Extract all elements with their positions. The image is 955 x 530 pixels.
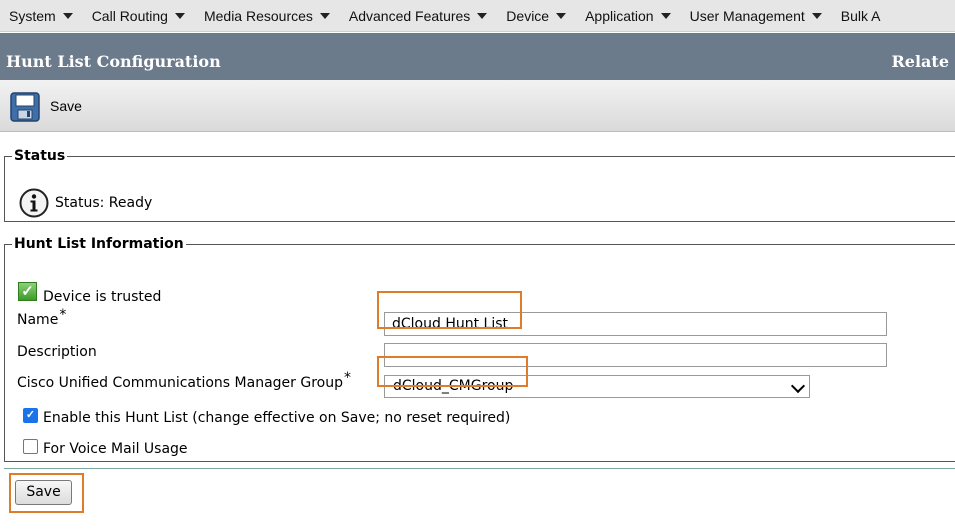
check-icon: ✓	[18, 282, 37, 301]
menu-media-resources[interactable]: Media Resources	[195, 8, 340, 24]
cm-group-select[interactable]: dCloud_CMGroup	[384, 375, 810, 398]
page-title: Hunt List Configuration	[6, 52, 221, 71]
caret-down-icon	[660, 12, 671, 19]
voice-mail-usage-label: For Voice Mail Usage	[43, 441, 188, 457]
page-header: Hunt List Configuration Relate	[0, 33, 955, 80]
toolbar-save-button[interactable]: Save	[50, 98, 82, 114]
related-links[interactable]: Relate	[892, 52, 950, 71]
menu-application[interactable]: Application	[576, 8, 681, 24]
status-legend: Status	[14, 148, 66, 164]
caret-down-icon	[62, 12, 73, 19]
main-menu-bar: System Call Routing Media Resources Adva…	[0, 0, 955, 32]
required-mark: *	[343, 370, 351, 386]
caret-down-icon	[477, 12, 488, 19]
cm-group-label-text: Cisco Unified Communications Manager Gro…	[17, 375, 343, 391]
menu-label: Device	[506, 7, 550, 24]
chevron-down-icon	[790, 378, 806, 394]
device-trusted-label: Device is trusted	[43, 289, 162, 305]
menu-bulk-administration[interactable]: Bulk A	[832, 8, 891, 24]
description-input[interactable]	[384, 343, 887, 367]
menu-system[interactable]: System	[0, 8, 83, 24]
menu-label: User Management	[689, 7, 805, 24]
menu-label: System	[9, 7, 56, 24]
menu-advanced-features[interactable]: Advanced Features	[340, 8, 497, 24]
menu-call-routing[interactable]: Call Routing	[83, 8, 195, 24]
caret-down-icon	[174, 12, 185, 19]
description-label: Description	[17, 344, 97, 360]
caret-down-icon	[556, 12, 567, 19]
menu-label: Advanced Features	[348, 7, 471, 24]
menu-label: Bulk A	[840, 7, 881, 24]
toolbar: Save	[0, 80, 955, 132]
menu-label: Application	[585, 7, 654, 24]
status-text: Status: Ready	[55, 195, 153, 211]
cm-group-selected-value: dCloud_CMGroup	[393, 378, 514, 394]
floppy-disk-icon[interactable]	[10, 92, 40, 122]
save-button[interactable]: Save	[15, 480, 72, 505]
enable-hunt-list-label: Enable this Hunt List (change effective …	[43, 410, 511, 426]
enable-hunt-list-checkbox[interactable]: ✓	[23, 408, 38, 423]
status-section: Status Status: Ready	[4, 148, 955, 222]
voice-mail-usage-checkbox[interactable]	[23, 439, 38, 454]
caret-down-icon	[811, 12, 822, 19]
cm-group-label: Cisco Unified Communications Manager Gro…	[17, 370, 351, 391]
name-input[interactable]: dCloud Hunt List	[384, 312, 887, 336]
caret-down-icon	[319, 12, 330, 19]
name-label: Name*	[17, 307, 66, 328]
name-label-text: Name	[17, 312, 59, 328]
menu-label: Call Routing	[91, 7, 168, 24]
menu-label: Media Resources	[203, 7, 313, 24]
info-icon	[19, 188, 49, 218]
required-mark: *	[59, 307, 67, 323]
menu-user-management[interactable]: User Management	[681, 8, 832, 24]
divider	[4, 468, 955, 469]
hunt-list-info-legend: Hunt List Information	[14, 236, 184, 252]
hunt-list-information-section: Hunt List Information ✓ Device is truste…	[4, 236, 955, 462]
menu-device[interactable]: Device	[497, 8, 576, 24]
